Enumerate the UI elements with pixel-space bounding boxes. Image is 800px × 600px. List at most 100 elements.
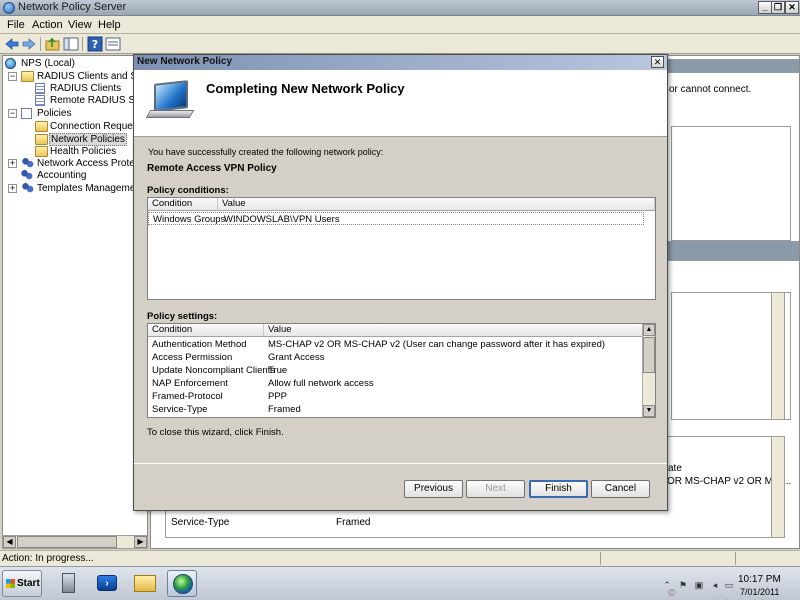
value-cell: Allow full network access — [268, 378, 374, 389]
monitor-icon — [145, 80, 195, 122]
new-network-policy-dialog: New Network Policy ✕ Completing New Netw… — [133, 54, 668, 511]
close-button[interactable]: ✕ — [785, 1, 799, 14]
condition-cell: NAP Enforcement — [152, 378, 228, 389]
folder-icon — [35, 134, 48, 145]
policy-settings-list[interactable]: Condition Value Authentication Method MS… — [147, 323, 656, 418]
restore-button[interactable]: ❐ — [771, 1, 785, 14]
next-button[interactable]: Next — [466, 480, 525, 498]
policy-name: Remote Access VPN Policy — [147, 163, 277, 174]
value-cell: PPP — [268, 391, 288, 402]
toolbar-separator — [82, 37, 83, 51]
settings-list-header: Condition Value — [148, 324, 643, 337]
main-titlebar[interactable]: Network Policy Server _ ❐ ✕ — [0, 0, 800, 16]
svg-text:?: ? — [92, 38, 98, 51]
collapse-icon[interactable]: − — [8, 72, 17, 81]
expand-icon[interactable]: + — [8, 184, 17, 193]
explorer-taskbar-button[interactable] — [130, 570, 160, 597]
policy-conditions-label: Policy conditions: — [147, 185, 229, 196]
server-manager-icon — [62, 573, 75, 593]
background-list-panel — [671, 126, 791, 241]
start-button[interactable]: Start — [2, 570, 42, 597]
toolbar: ? — [0, 34, 800, 54]
table-row[interactable]: Framed-Protocol PPP — [148, 390, 642, 403]
menu-file[interactable]: File — [7, 19, 25, 31]
help-icon[interactable]: ? — [87, 36, 103, 52]
condition-cell: Access Permission — [152, 352, 233, 363]
nps-app-icon — [3, 2, 15, 14]
dialog-header: Completing New Network Policy — [134, 70, 667, 137]
menu-action[interactable]: Action — [32, 19, 63, 31]
value-cell: WINDOWSLAB\VPN Users — [224, 214, 340, 225]
status-bar: Action: In progress... — [0, 550, 800, 566]
show-hide-tree-icon[interactable] — [63, 36, 79, 52]
window-title: Network Policy Server — [18, 1, 127, 13]
accounting-icon — [20, 170, 33, 181]
condition-cell: Update Noncompliant Clients — [152, 365, 276, 376]
condition-cell: Framed-Protocol — [152, 391, 223, 402]
back-arrow-icon[interactable] — [4, 36, 20, 52]
powershell-taskbar-button[interactable]: › — [92, 570, 122, 597]
settings-vertical-scrollbar[interactable]: ▲ ▼ — [642, 324, 655, 417]
nap-users-icon — [21, 158, 34, 169]
menu-view[interactable]: View — [68, 19, 92, 31]
dialog-intro-text: You have successfully created the follow… — [148, 147, 384, 157]
nps-taskbar-button[interactable] — [167, 570, 197, 597]
policy-conditions-list[interactable]: Condition Value Windows Groups WINDOWSLA… — [147, 197, 656, 300]
nps-globe-icon — [5, 58, 16, 69]
conditions-list-header: Condition Value — [148, 198, 655, 211]
expand-icon[interactable]: + — [8, 159, 17, 168]
value-cell: True — [268, 365, 288, 376]
table-row[interactable]: Access Permission Grant Access — [148, 351, 642, 364]
table-row[interactable]: Windows Groups WINDOWSLAB\VPN Users — [148, 212, 644, 225]
properties-icon[interactable] — [105, 36, 121, 52]
finish-button[interactable]: Finish — [529, 480, 588, 498]
forward-arrow-icon[interactable] — [21, 36, 37, 52]
collapse-icon[interactable]: − — [8, 109, 17, 118]
templates-icon — [21, 183, 34, 194]
table-row[interactable]: Authentication Method MS-CHAP v2 OR MS-C… — [148, 338, 642, 351]
background-service-type-value: Framed — [336, 517, 371, 528]
clock-time[interactable]: 10:17 PM — [738, 574, 781, 585]
clients-list-icon — [35, 83, 45, 94]
previous-button[interactable]: Previous — [404, 480, 463, 498]
watermark: © www.sysadmintutorials.com — [668, 588, 791, 600]
condition-cell: Authentication Method — [152, 339, 247, 350]
menu-help[interactable]: Help — [98, 19, 121, 31]
background-scrollbar[interactable] — [771, 292, 785, 420]
column-header-value[interactable]: Value — [264, 324, 643, 336]
scroll-right-arrow-icon[interactable]: ▶ — [134, 536, 147, 548]
table-row[interactable]: Service-Type Framed — [148, 403, 642, 416]
scroll-thumb[interactable] — [643, 337, 655, 373]
status-divider — [600, 552, 601, 565]
status-text: Action: In progress... — [2, 553, 94, 564]
table-row[interactable]: NAP Enforcement Allow full network acces… — [148, 377, 642, 390]
menu-bar: File Action View Help — [0, 16, 800, 34]
value-cell: MS-CHAP v2 OR MS-CHAP v2 (User can chang… — [268, 339, 606, 350]
dialog-titlebar[interactable]: New Network Policy ✕ — [134, 55, 667, 70]
table-row[interactable]: Update Noncompliant Clients True — [148, 364, 642, 377]
dialog-heading: Completing New Network Policy — [206, 81, 405, 96]
nps-globe-icon — [173, 574, 193, 594]
folder-icon — [35, 146, 48, 157]
column-header-condition[interactable]: Condition — [148, 324, 264, 336]
minimize-button[interactable]: _ — [758, 1, 772, 14]
scroll-down-arrow-icon[interactable]: ▼ — [643, 405, 655, 417]
value-cell: Grant Access — [268, 352, 325, 363]
policies-icon — [21, 108, 32, 119]
folder-icon — [134, 575, 156, 592]
server-manager-taskbar-button[interactable] — [54, 570, 84, 597]
background-settings-scrollbar[interactable] — [771, 436, 785, 538]
tree-horizontal-scrollbar[interactable]: ◀ ▶ — [2, 535, 148, 549]
up-folder-icon[interactable] — [45, 36, 61, 52]
dialog-close-button[interactable]: ✕ — [651, 56, 664, 68]
scroll-left-arrow-icon[interactable]: ◀ — [3, 536, 16, 548]
column-header-value[interactable]: Value — [218, 198, 655, 210]
column-header-condition[interactable]: Condition — [148, 198, 218, 210]
scroll-up-arrow-icon[interactable]: ▲ — [643, 324, 655, 336]
cancel-button[interactable]: Cancel — [591, 480, 650, 498]
close-wizard-hint: To close this wizard, click Finish. — [147, 427, 284, 438]
value-cell: Framed — [268, 404, 301, 415]
status-divider — [735, 552, 736, 565]
toolbar-separator — [40, 37, 41, 51]
scroll-thumb[interactable] — [17, 536, 117, 548]
